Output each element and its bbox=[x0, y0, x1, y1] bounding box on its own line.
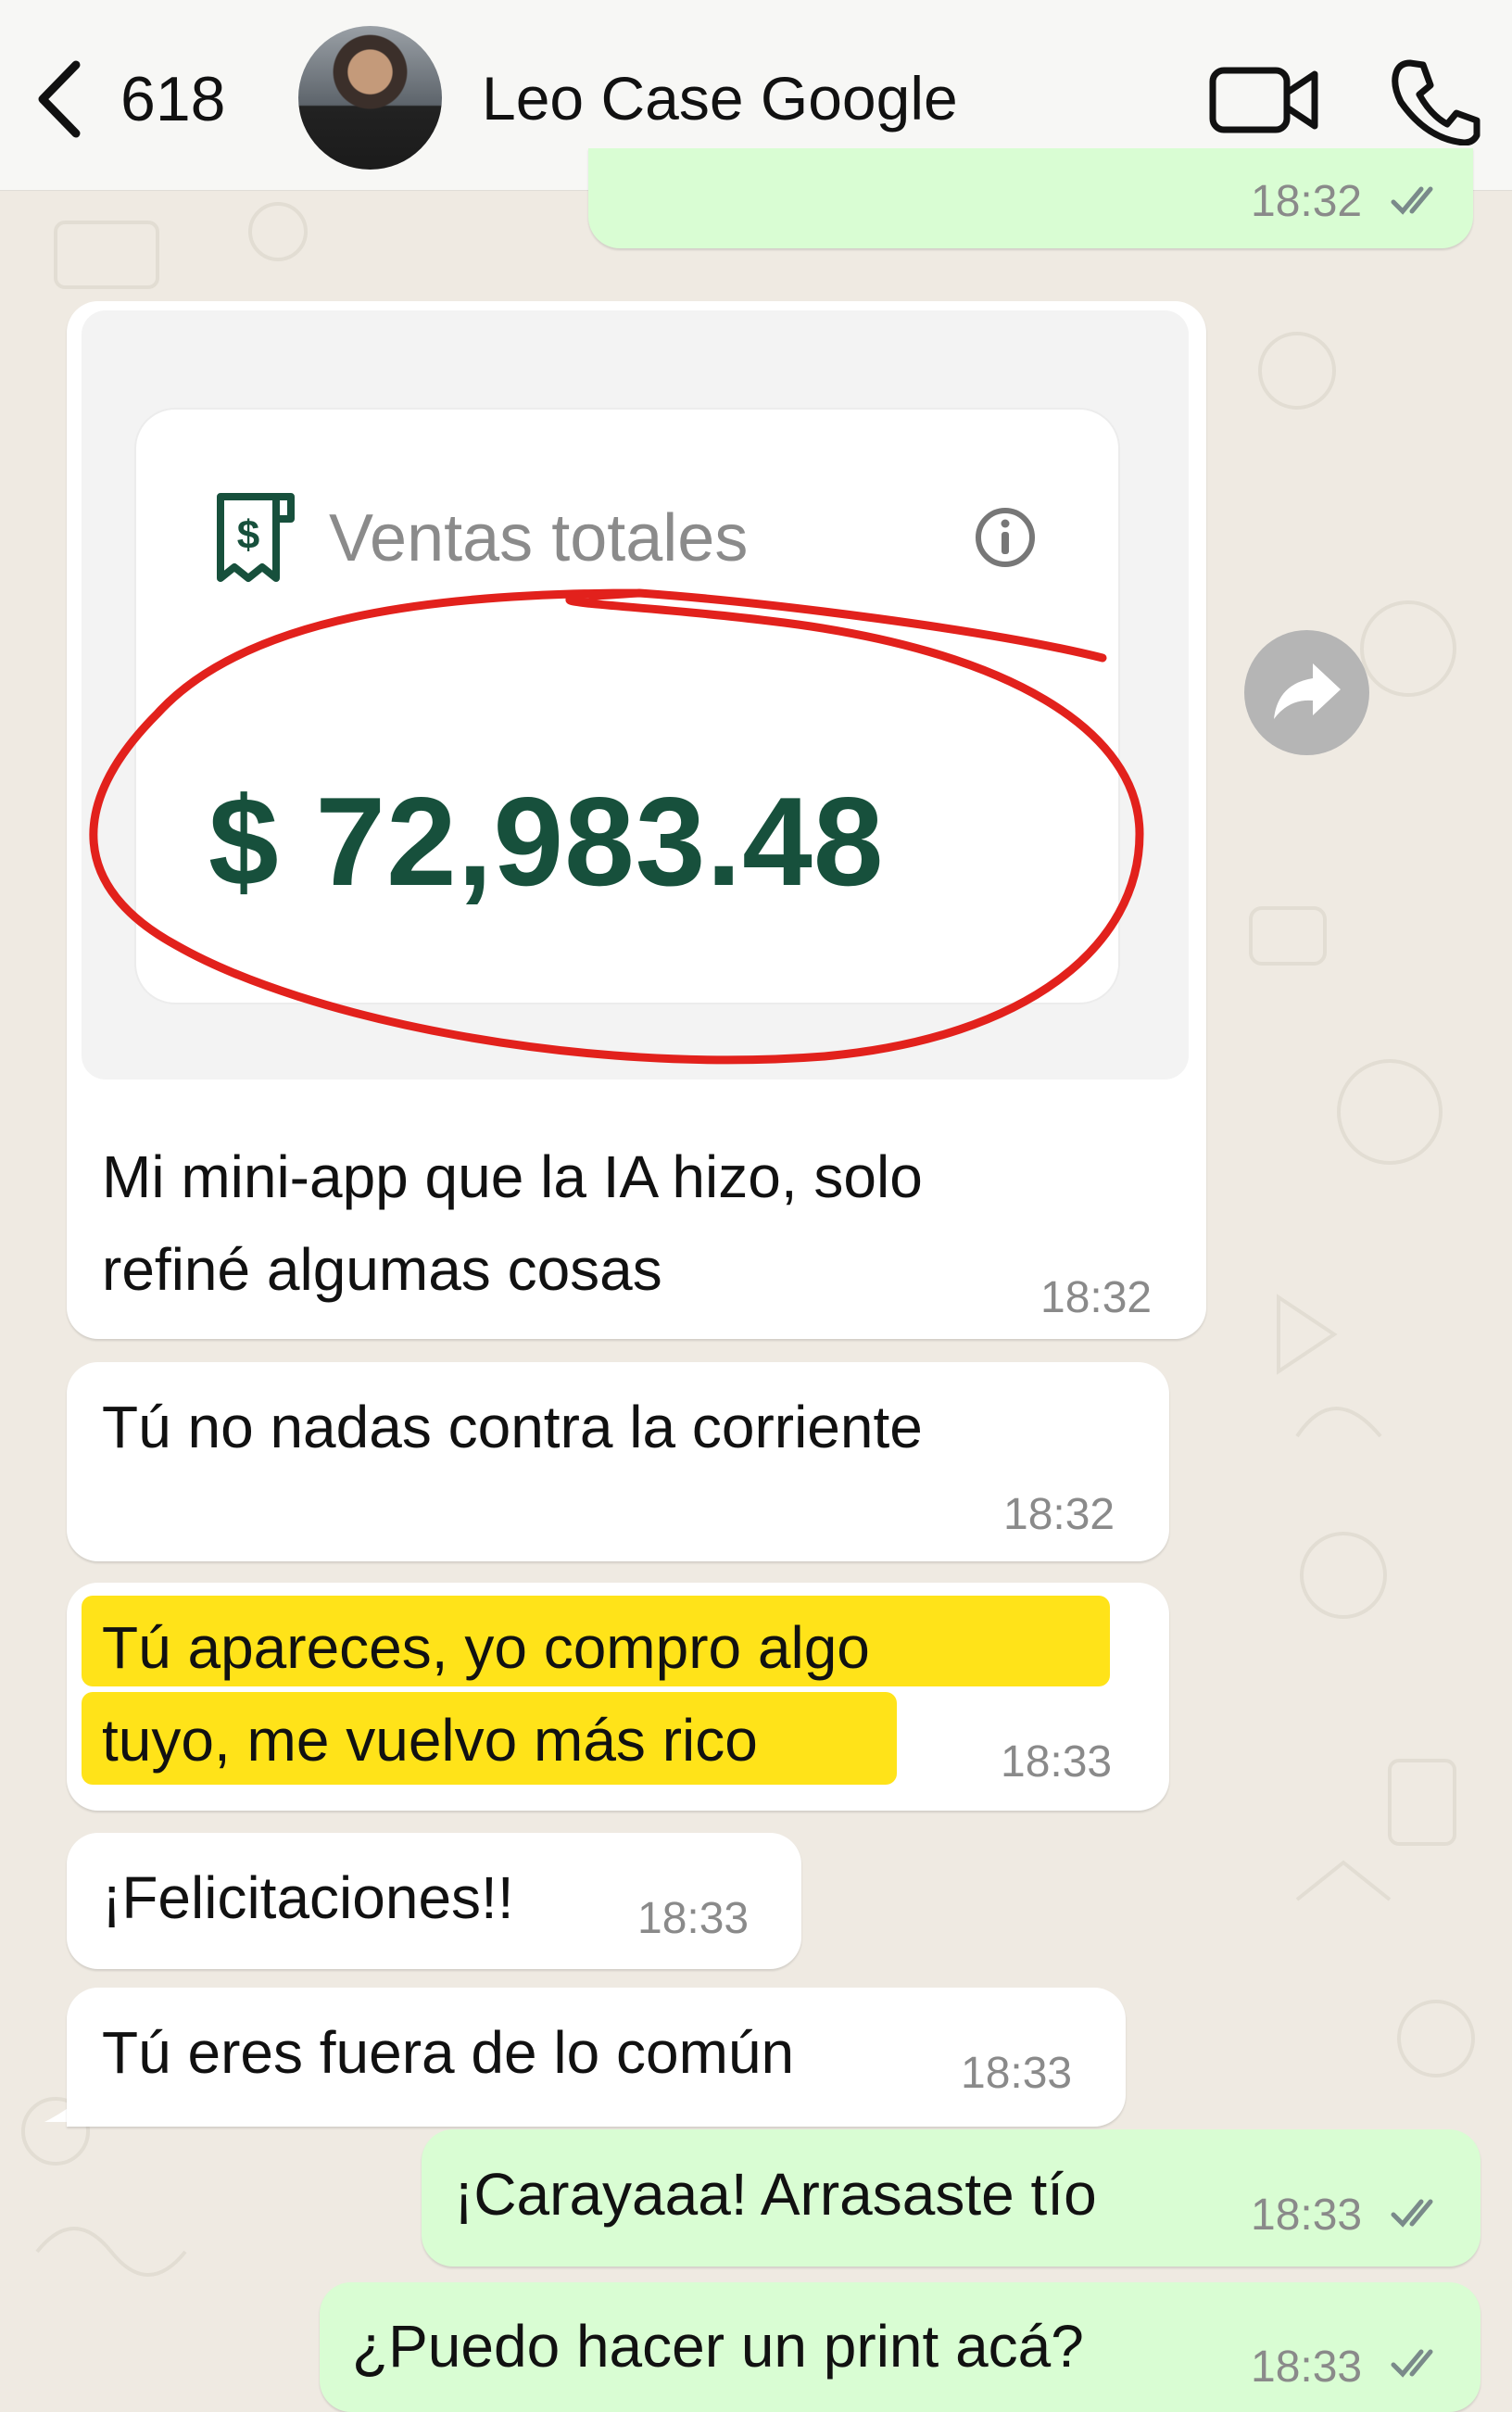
message-time: 18:33 bbox=[1251, 2343, 1363, 2392]
svg-text:$: $ bbox=[237, 512, 259, 558]
double-check-icon bbox=[1391, 2349, 1433, 2378]
forward-button[interactable] bbox=[1244, 630, 1369, 755]
message-time: 18:32 bbox=[1251, 177, 1363, 226]
message-text: tuyo, me vuelvo más rico bbox=[102, 1707, 758, 1774]
video-call-icon[interactable] bbox=[1209, 63, 1320, 137]
back-chevron-icon[interactable] bbox=[32, 57, 87, 141]
message-text: ¡Carayaaa! Arrasaste tío bbox=[454, 2161, 1097, 2228]
contact-name[interactable]: Leo Case Google bbox=[482, 63, 958, 133]
message-text: Tú apareces, yo compro algo bbox=[102, 1614, 870, 1681]
double-check-icon bbox=[1391, 186, 1433, 215]
message-time: 18:32 bbox=[1003, 1490, 1115, 1539]
message-text: Mi mini-app que la IA hizo, solo bbox=[102, 1143, 923, 1210]
unread-count[interactable]: 618 bbox=[120, 63, 225, 135]
message-text: ¡Felicitaciones!! bbox=[102, 1864, 514, 1931]
message-text: Tú no nadas contra la corriente bbox=[102, 1394, 923, 1460]
phone-call-icon[interactable] bbox=[1390, 57, 1482, 145]
message-time: 18:32 bbox=[1040, 1273, 1153, 1322]
contact-avatar[interactable] bbox=[298, 26, 442, 170]
message-text: refiné algumas cosas bbox=[102, 1236, 662, 1303]
message-text: Tú eres fuera de lo común bbox=[102, 2019, 795, 2086]
message-text: ¿Puedo hacer un print acá? bbox=[352, 2313, 1084, 2380]
message-time: 18:33 bbox=[1251, 2191, 1363, 2240]
message-time: 18:33 bbox=[1001, 1737, 1113, 1787]
message-time: 18:33 bbox=[961, 2049, 1073, 2098]
message-time: 18:33 bbox=[637, 1894, 750, 1943]
red-annotation-circle bbox=[89, 588, 1144, 1065]
double-check-icon bbox=[1391, 2199, 1433, 2228]
share-arrow-icon bbox=[1274, 663, 1341, 719]
